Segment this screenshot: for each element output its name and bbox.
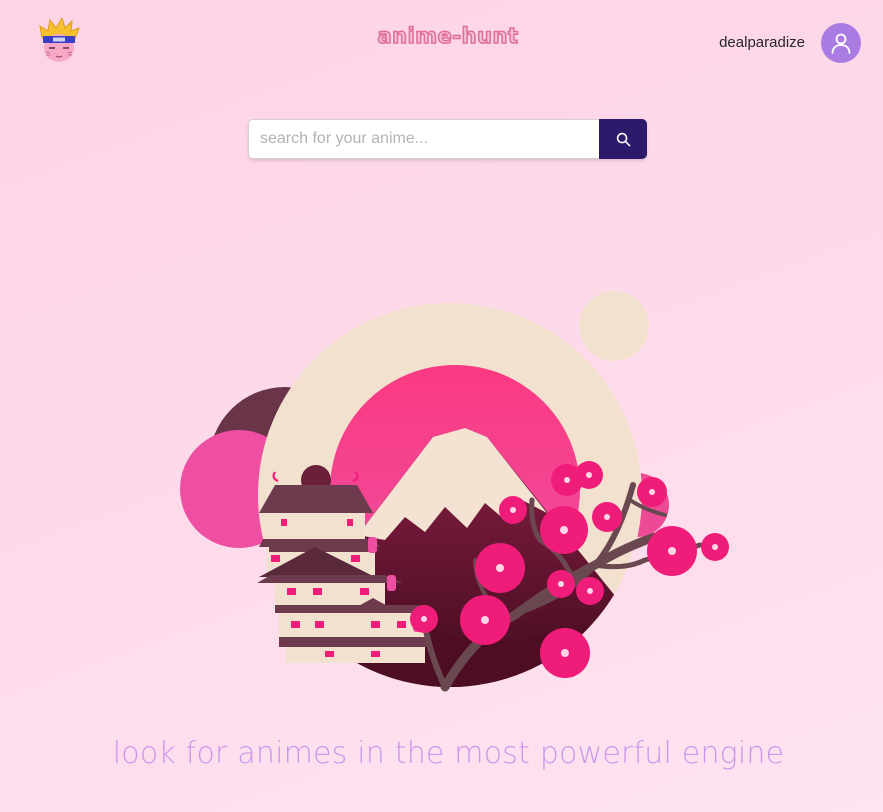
user-icon [831,33,851,54]
header: anime-hunt dealparadize [0,0,883,86]
hero-tagline: look for animes in the most powerful eng… [112,736,785,771]
search-input[interactable] [248,119,599,159]
logo-icon[interactable] [38,16,80,64]
brand-title[interactable]: anime-hunt [340,23,556,49]
search-bar [248,119,647,159]
hero-illustration [175,285,735,700]
search-button[interactable] [599,119,647,159]
username-label[interactable]: dealparadize [719,34,805,51]
user-avatar-button[interactable] [821,23,861,63]
search-icon [616,132,630,146]
